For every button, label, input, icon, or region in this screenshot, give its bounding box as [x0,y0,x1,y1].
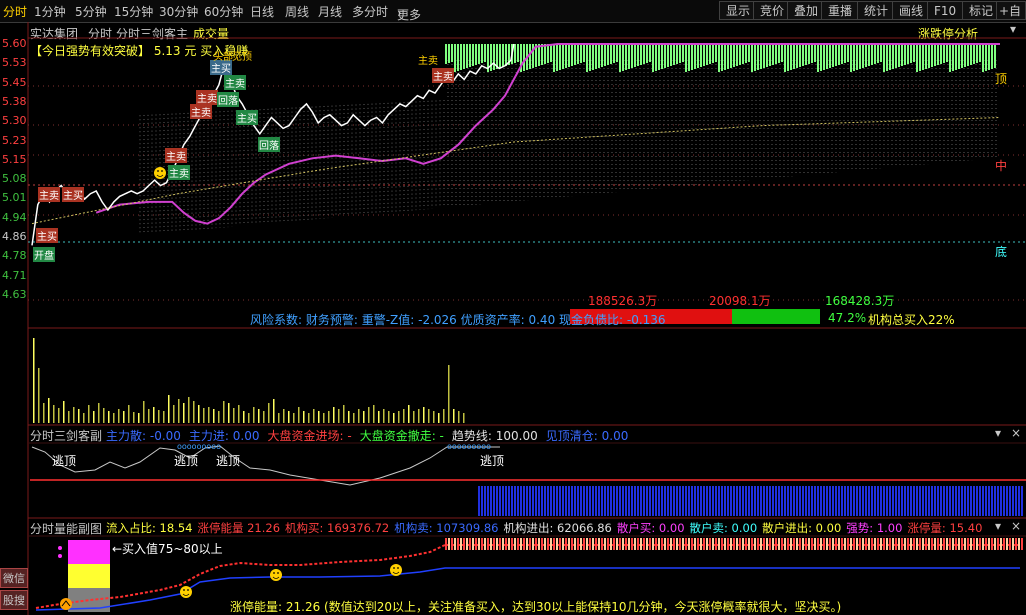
sub1-legend-item: 大盘资金进场: - [267,429,352,443]
buy-meter-top [68,540,110,564]
energy-text: 涨停能量: 21.26 (数值达到20以上，关注准备买入，达到30以上能保持10… [230,600,842,614]
sub2-legend-item: 涨停量: 15.40 [907,521,983,535]
tag-sell: 主卖 [38,187,60,202]
tag-buy: 主买 [62,187,84,202]
smiley-icon [60,598,72,610]
escape-top-tag: 逃顶 [52,454,77,468]
tag-sell: 主卖 [165,148,187,163]
tag-sell: 主卖 [168,165,190,180]
tag-sell: 主卖 [190,104,212,119]
sub2-legend-item: 机构进出: 62066.86 [503,521,612,535]
tag-fall: 回落 [217,92,239,107]
tag-sell: 主卖 [196,90,218,105]
inst-total-text: 机构总买入22% [868,313,955,327]
sub2-legend-item: 涨停能量 21.26 [197,521,281,535]
sub1-legend-item: 趋势线: 100.00 [451,429,538,443]
sub1-legend-item: 主力进: 0.00 [188,429,260,443]
tag-top: 头部 [213,52,233,63]
sub2-legend-item: 散户买: 0.00 [616,521,685,535]
fund-left-value: 188526.3万 [588,294,658,308]
sub2-close-icon[interactable]: × [1011,519,1021,533]
sub2-legend-item: 机构买: 169376.72 [285,521,390,535]
sub1-dots: ooooooooo [177,442,222,451]
trend-curve [31,445,500,486]
sub2-legend-item: 散户进出: 0.00 [762,521,842,535]
volume-bars [33,338,465,423]
wechat-button[interactable]: 微信 [0,568,28,588]
tag-sell: 主卖 [224,75,246,90]
sub1-legend-item: 见顶清仓: 0.00 [545,429,629,443]
sub2-legend-item: 流入占比: 18.54 [106,521,193,535]
buy-hint: ←买入值75~80以上 [112,542,223,556]
risk-text: 风险系数: 财务预警: 重警-Z值: -2.026 优质资产率: 0.40 现金… [250,313,666,327]
tag-open: 开盘 [33,247,55,262]
meter-dots [58,546,62,558]
tag-sell: 主卖 [418,56,438,67]
smiley-icon [180,586,192,598]
energy-band [445,538,1023,550]
sub2-legend-item: 机构卖: 107309.86 [394,521,499,535]
sub2-legend-item: 强势: 1.00 [846,521,903,535]
inst-pct: 47.2% [828,311,867,325]
sub2-legend-item: 散户卖: 0.00 [689,521,758,535]
sub1-close-icon[interactable]: × [1011,426,1021,440]
buy-meter-mid [68,564,110,588]
escape-top-tag: 逃顶 [216,454,241,468]
sub2-title: 分时量能副图 [30,522,103,536]
fund-bar-green [732,309,820,324]
tag-buy: 主买 [36,228,58,243]
tag-buy: 主买 [236,110,258,125]
sub2-menu-icon[interactable]: ▾ [995,519,1001,533]
sub2-legend: 流入占比: 18.54 涨停能量 21.26 机构买: 169376.72 机构卖: … [106,520,987,536]
tag-peak: 见顶 [232,52,252,63]
tag-sell: 主卖 [432,68,454,83]
sub1-legend-item: 大盘资金撤走: - [359,429,444,443]
fund-mid-value: 20098.1万 [709,294,771,308]
sub1-menu-icon[interactable]: ▾ [995,426,1001,440]
sub1-title: 分时三剑客副 [30,429,103,443]
stock-search-button[interactable]: 股搜 [0,590,28,610]
escape-top-tag: 逃顶 [480,454,505,468]
fund-right-value: 168428.3万 [825,294,895,308]
smiley-icon [270,569,282,581]
clearance-bars [478,486,1023,516]
escape-top-tag: 逃顶 [174,454,199,468]
tag-fall: 回落 [258,137,280,152]
sub1-dots: ooooooooo [447,442,492,451]
sub1-legend-item: 主力散: -0.00 [106,429,181,443]
smiley-icon [390,564,402,576]
smiley-icon [154,167,166,179]
